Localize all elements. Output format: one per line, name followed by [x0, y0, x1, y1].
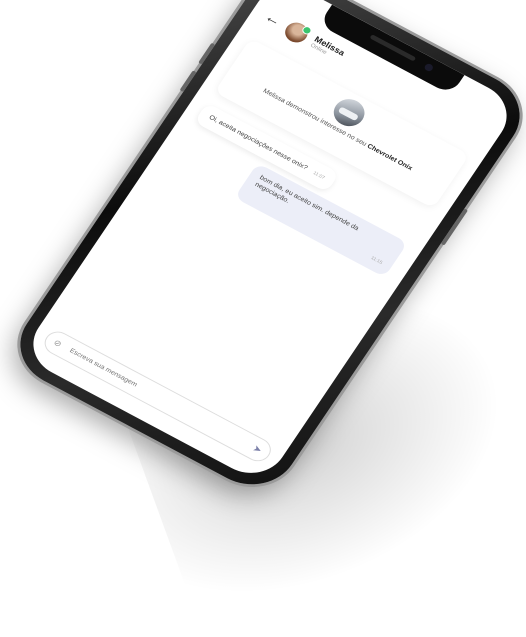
attachment-icon[interactable]: ⊘ — [52, 338, 66, 350]
front-camera — [423, 62, 435, 73]
car-name: Chevrolet Onix — [365, 143, 414, 172]
online-indicator — [300, 24, 314, 36]
message-time: 11:07 — [311, 170, 326, 181]
message-time: 11:15 — [369, 255, 384, 266]
contact-info: Melissa Online — [309, 34, 346, 63]
arrow-left-icon[interactable]: ← — [261, 9, 284, 30]
send-icon[interactable]: ➤ — [251, 443, 264, 455]
avatar[interactable] — [281, 18, 314, 47]
